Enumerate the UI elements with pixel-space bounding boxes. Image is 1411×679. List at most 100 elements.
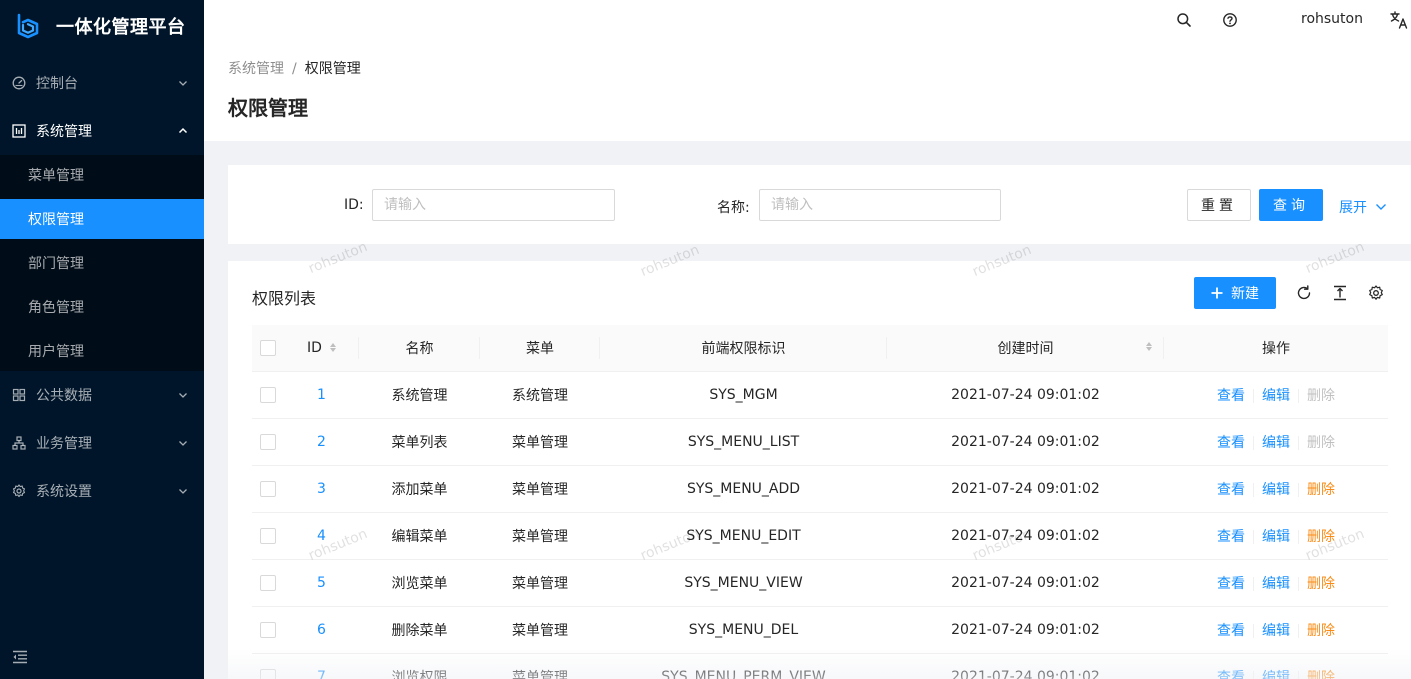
search-icon[interactable] <box>1176 12 1192 28</box>
sidebar-item-permission-mgmt[interactable]: 权限管理 <box>0 199 204 239</box>
cell-id: 3 <box>284 465 359 513</box>
help-icon[interactable] <box>1222 12 1238 28</box>
delete-link[interactable]: 删除 <box>1307 482 1335 498</box>
select-all-checkbox[interactable] <box>260 339 276 356</box>
sidebar-item-public-data[interactable]: 公共数据 <box>0 371 204 419</box>
column-header-name: 名称 <box>359 325 480 372</box>
menu-fold-icon[interactable] <box>12 649 28 665</box>
reload-icon[interactable] <box>1296 285 1312 301</box>
cluster-icon <box>12 436 26 450</box>
cell-name: 菜单列表 <box>359 418 480 466</box>
sidebar-item-label: 业务管理 <box>36 436 92 452</box>
edit-link[interactable]: 编辑 <box>1262 576 1290 592</box>
cell-actions: 查看 编辑 删除 <box>1164 559 1388 607</box>
edit-link[interactable]: 编辑 <box>1262 388 1290 404</box>
edit-link[interactable]: 编辑 <box>1262 482 1290 498</box>
table-row: 4 编辑菜单 菜单管理 SYS_MENU_EDIT 2021-07-24 09:01:0… <box>252 512 1388 560</box>
view-link[interactable]: 查看 <box>1217 576 1245 592</box>
row-checkbox[interactable] <box>260 386 276 403</box>
permission-table-card: 权限列表 新建 ID 名称 菜单 前端权限标识 创建时间 操作 1 系统管理 系… <box>228 261 1411 679</box>
sort-icon[interactable] <box>329 343 336 353</box>
delete-link[interactable]: 删除 <box>1307 670 1335 679</box>
name-search-input[interactable] <box>759 189 1001 221</box>
delete-link[interactable]: 删除 <box>1307 623 1335 639</box>
query-button[interactable]: 查询 <box>1259 189 1323 221</box>
id-link[interactable]: 6 <box>317 622 326 638</box>
row-checkbox[interactable] <box>260 433 276 450</box>
sidebar-item-dashboard[interactable]: 控制台 <box>0 59 204 107</box>
cell-created: 2021-07-24 09:01:02 <box>887 465 1164 513</box>
row-checkbox[interactable] <box>260 527 276 544</box>
id-link[interactable]: 2 <box>317 434 326 450</box>
view-link[interactable]: 查看 <box>1217 435 1245 451</box>
page-title: 权限管理 <box>228 96 308 120</box>
edit-link[interactable]: 编辑 <box>1262 529 1290 545</box>
view-link[interactable]: 查看 <box>1217 529 1245 545</box>
cell-id: 1 <box>284 371 359 419</box>
chevron-down-icon <box>179 81 187 86</box>
action-divider <box>1253 529 1254 544</box>
column-header-menu: 菜单 <box>480 325 600 372</box>
delete-link[interactable]: 删除 <box>1307 529 1335 545</box>
cell-code: SYS_MENU_PERM_VIEW <box>600 653 887 679</box>
id-search-input[interactable] <box>372 189 615 221</box>
cell-actions: 查看 编辑 删除 <box>1164 418 1388 466</box>
id-link[interactable]: 1 <box>317 387 326 403</box>
edit-link[interactable]: 编辑 <box>1262 623 1290 639</box>
sidebar-item-dept-mgmt[interactable]: 部门管理 <box>0 243 204 283</box>
sidebar-item-business[interactable]: 业务管理 <box>0 419 204 467</box>
username[interactable]: rohsuton <box>1301 11 1363 27</box>
id-link[interactable]: 7 <box>317 669 326 679</box>
sidebar-item-user-mgmt[interactable]: 用户管理 <box>0 331 204 371</box>
expand-toggle[interactable]: 展开 <box>1339 197 1387 217</box>
row-select-cell <box>252 371 284 419</box>
id-link[interactable]: 3 <box>317 481 326 497</box>
setting-icon[interactable] <box>1368 285 1384 301</box>
breadcrumb-parent[interactable]: 系统管理 <box>228 61 284 77</box>
page-header: 系统管理 / 权限管理 权限管理 <box>204 44 1411 141</box>
new-button-label: 新建 <box>1231 286 1259 302</box>
view-link[interactable]: 查看 <box>1217 670 1245 679</box>
row-checkbox[interactable] <box>260 668 276 679</box>
permission-table: ID 名称 菜单 前端权限标识 创建时间 操作 1 系统管理 系统管理 SYS_MGM… <box>252 325 1388 679</box>
sidebar-item-system[interactable]: 系统管理 <box>0 107 204 155</box>
id-link[interactable]: 5 <box>317 575 326 591</box>
cell-name: 删除菜单 <box>359 606 480 654</box>
top-header: rohsuton <box>204 0 1411 44</box>
delete-link[interactable]: 删除 <box>1307 576 1335 592</box>
view-link[interactable]: 查看 <box>1217 623 1245 639</box>
action-divider <box>1253 435 1254 450</box>
sort-icon[interactable] <box>1146 342 1152 351</box>
id-link[interactable]: 4 <box>317 528 326 544</box>
edit-link[interactable]: 编辑 <box>1262 435 1290 451</box>
view-link[interactable]: 查看 <box>1217 388 1245 404</box>
translation-icon[interactable] <box>1390 11 1408 29</box>
cell-name: 添加菜单 <box>359 465 480 513</box>
row-checkbox[interactable] <box>260 574 276 591</box>
cell-actions: 查看 编辑 删除 <box>1164 512 1388 560</box>
row-checkbox[interactable] <box>260 621 276 638</box>
column-header-code: 前端权限标识 <box>600 325 887 372</box>
sidebar-item-settings[interactable]: 系统设置 <box>0 467 204 515</box>
cell-menu: 菜单管理 <box>480 653 600 679</box>
sidebar-item-role-mgmt[interactable]: 角色管理 <box>0 287 204 327</box>
app-logo[interactable]: 一体化管理平台 <box>0 0 204 52</box>
table-row: 1 系统管理 系统管理 SYS_MGM 2021-07-24 09:01:02 查看 编辑删… <box>252 371 1388 419</box>
new-button[interactable]: 新建 <box>1194 277 1276 309</box>
cell-actions: 查看 编辑 删除 <box>1164 653 1388 679</box>
column-header-created[interactable]: 创建时间 <box>887 325 1164 372</box>
reset-button[interactable]: 重置 <box>1187 189 1251 221</box>
cell-created: 2021-07-24 09:01:02 <box>887 606 1164 654</box>
edit-link[interactable]: 编辑 <box>1262 670 1290 679</box>
chevron-up-icon <box>178 127 188 134</box>
expand-label: 展开 <box>1339 200 1367 216</box>
cell-name: 浏览权限 <box>359 653 480 679</box>
chevron-down-icon <box>1376 204 1386 210</box>
cell-id: 6 <box>284 606 359 654</box>
sidebar-item-menu-mgmt[interactable]: 菜单管理 <box>0 155 204 195</box>
plus-icon <box>1211 287 1223 299</box>
view-link[interactable]: 查看 <box>1217 482 1245 498</box>
column-header-id[interactable]: ID <box>284 325 359 372</box>
row-checkbox[interactable] <box>260 480 276 497</box>
column-height-icon[interactable] <box>1332 285 1348 301</box>
